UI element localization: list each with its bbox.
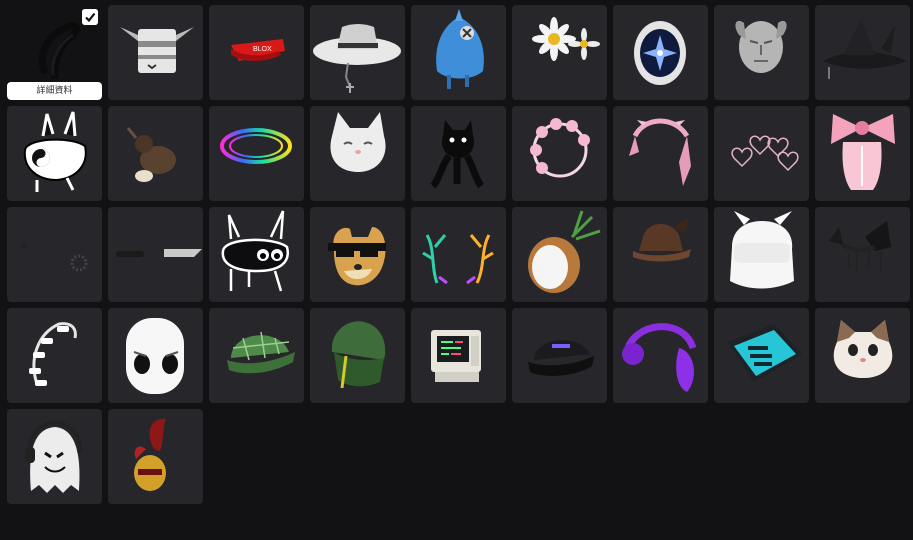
item-tile[interactable]	[7, 409, 102, 504]
creature-icon	[23, 111, 87, 192]
cat-meme-icon	[833, 320, 893, 378]
item-tile[interactable]	[310, 5, 405, 100]
item-tile[interactable]	[310, 207, 405, 302]
item-tile[interactable]	[411, 207, 506, 302]
item-tile[interactable]	[209, 207, 304, 302]
book-icon	[728, 324, 802, 382]
item-tile[interactable]	[613, 207, 708, 302]
coconut-icon	[528, 210, 601, 293]
item-tile[interactable]	[411, 308, 506, 403]
item-tile[interactable]	[310, 308, 405, 403]
outline-creature-icon	[221, 210, 290, 292]
item-tile[interactable]	[714, 308, 809, 403]
witch-hat-icon	[823, 19, 907, 79]
bat-hat-icon	[633, 217, 691, 262]
black-cat-icon	[430, 120, 484, 189]
item-tile[interactable]	[613, 106, 708, 201]
halo-icon	[220, 128, 292, 164]
horned-hood-icon	[730, 211, 794, 289]
selected-checkbox[interactable]	[82, 9, 98, 25]
flower-halo-icon	[530, 118, 590, 178]
item-tile[interactable]	[108, 106, 203, 201]
item-tile[interactable]	[815, 5, 910, 100]
item-tile[interactable]	[209, 308, 304, 403]
item-tile[interactable]	[815, 106, 910, 201]
stone-mask-icon	[735, 20, 787, 73]
item-tile[interactable]: BLOX	[209, 5, 304, 100]
item-tile[interactable]	[512, 106, 607, 201]
item-tile[interactable]	[512, 5, 607, 100]
item-tile[interactable]	[714, 106, 809, 201]
white-hat-icon	[313, 24, 401, 93]
cat-head-icon	[330, 112, 386, 172]
item-tile[interactable]	[512, 207, 607, 302]
bird-icon	[126, 127, 176, 182]
lace-horns-icon	[829, 221, 891, 273]
helmet-icon	[120, 27, 194, 73]
antlers-icon	[422, 234, 494, 285]
knife-icon	[116, 249, 202, 257]
ghost-icon	[25, 420, 82, 493]
earrings-icon	[19, 241, 88, 272]
item-tile[interactable]	[714, 5, 809, 100]
ribbon-icon	[629, 118, 691, 186]
details-button[interactable]: 詳細資料	[7, 82, 102, 100]
computer-icon	[431, 330, 481, 382]
item-tile[interactable]	[7, 106, 102, 201]
item-tile[interactable]	[108, 409, 203, 504]
item-tile[interactable]	[310, 106, 405, 201]
item-tile[interactable]	[613, 308, 708, 403]
hearts-icon	[731, 135, 799, 172]
hair-clips-icon	[29, 322, 77, 386]
doge-icon	[328, 227, 386, 286]
item-tile[interactable]	[108, 5, 203, 100]
headphones-icon	[622, 323, 697, 392]
daisy-icon	[532, 17, 600, 61]
item-tile[interactable]	[815, 207, 910, 302]
item-tile-selected[interactable]: 詳細資料	[7, 5, 102, 100]
item-tile[interactable]	[815, 308, 910, 403]
visor-icon: BLOX	[231, 39, 285, 61]
item-tile[interactable]	[411, 5, 506, 100]
black-cap-icon	[528, 340, 594, 376]
visor-text: BLOX	[253, 46, 272, 53]
plaid-cap-icon	[227, 331, 295, 374]
bow-icon	[831, 114, 895, 190]
accessory-grid: 詳細資料 BLOX	[7, 5, 910, 504]
blue-hood-icon	[436, 9, 484, 89]
item-tile[interactable]	[7, 207, 102, 302]
item-tile[interactable]	[209, 106, 304, 201]
egg-icon	[634, 21, 686, 85]
feather-helmet-icon	[134, 418, 166, 491]
item-tile[interactable]	[7, 308, 102, 403]
item-tile[interactable]	[512, 308, 607, 403]
item-tile[interactable]	[411, 106, 506, 201]
item-tile[interactable]	[613, 5, 708, 100]
marshmallow-icon	[126, 318, 184, 394]
item-tile[interactable]	[108, 308, 203, 403]
item-tile[interactable]	[108, 207, 203, 302]
item-tile[interactable]	[714, 207, 809, 302]
check-icon	[82, 9, 98, 25]
beanie-icon	[331, 321, 386, 389]
